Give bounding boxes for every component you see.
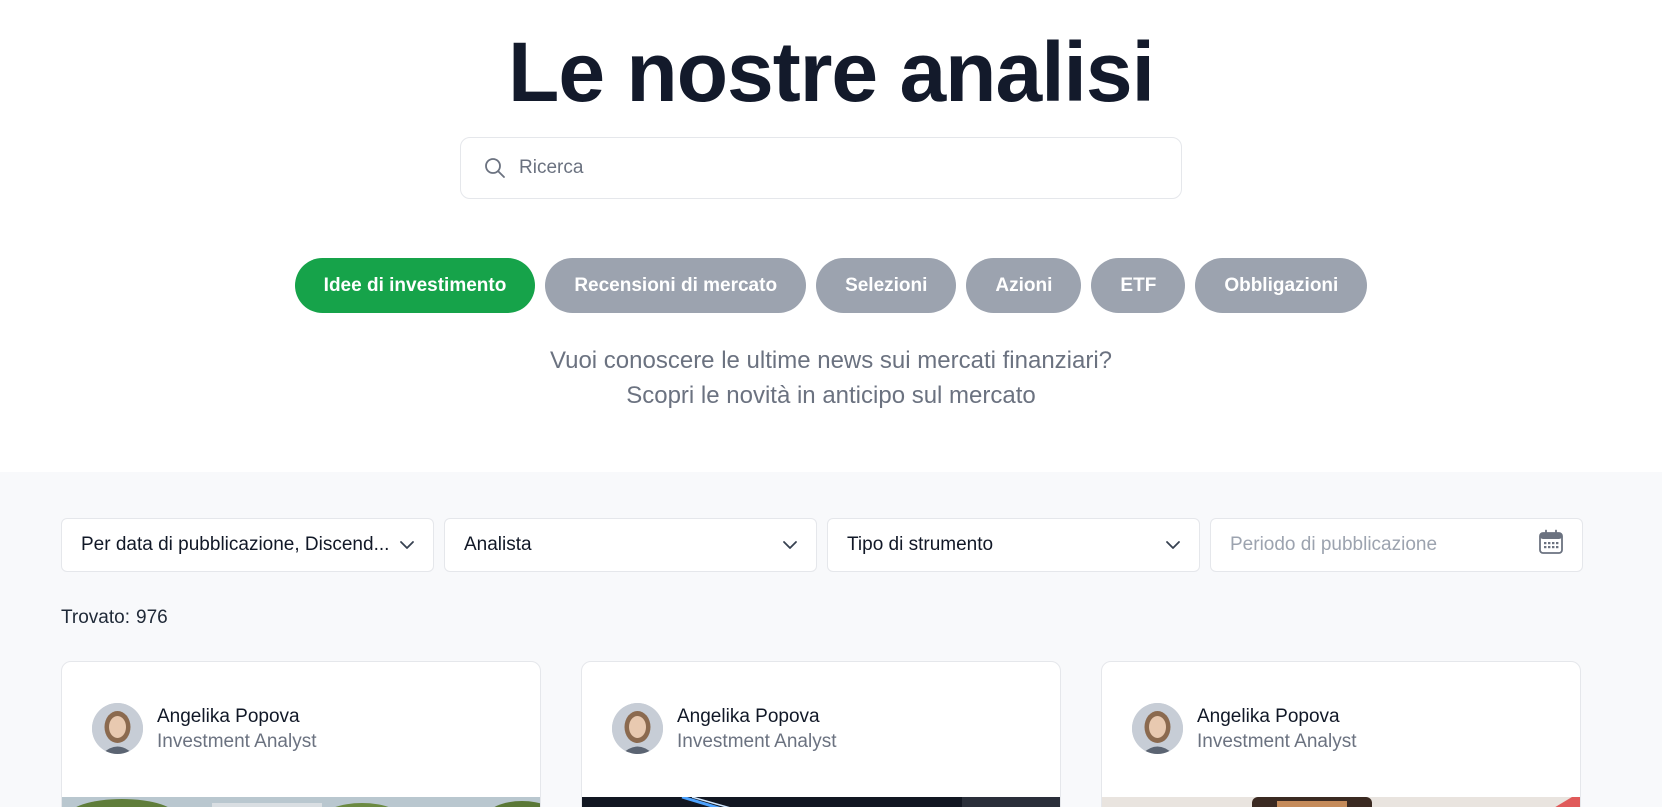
content-section: Per data di pubblicazione, Discend... An… <box>0 472 1662 807</box>
publication-period-picker[interactable]: Periodo di pubblicazione <box>1210 518 1583 572</box>
hero-section: Le nostre analisi Idee di investimento R… <box>0 0 1662 472</box>
tab-idee-di-investimento[interactable]: Idee di investimento <box>294 258 536 313</box>
subtitle: Vuoi conoscere le ultime news sui mercat… <box>0 343 1662 413</box>
tab-obbligazioni[interactable]: Obbligazioni <box>1195 258 1368 313</box>
avatar <box>1132 703 1183 754</box>
avatar <box>92 703 143 754</box>
author-name: Angelika Popova <box>1197 705 1340 727</box>
card-author: Angelika Popova Investment Analyst <box>612 703 836 754</box>
analysis-card[interactable]: Angelika Popova Investment Analyst <box>61 661 541 807</box>
results-label: Trovato: <box>61 607 130 628</box>
author-role: Investment Analyst <box>1197 730 1357 752</box>
author-name: Angelika Popova <box>677 705 820 727</box>
avatar <box>612 703 663 754</box>
analyst-select-value: Analista <box>464 534 532 555</box>
analysis-card[interactable]: Angelika Popova Investment Analyst <box>581 661 1061 807</box>
search-icon <box>483 156 507 180</box>
subtitle-line-2: Scopri le novità in anticipo sul mercato <box>626 382 1036 409</box>
results-number: 976 <box>136 607 168 628</box>
analysis-cards: Angelika Popova Investment Analyst Angel… <box>61 661 1581 807</box>
author-name: Angelika Popova <box>157 705 300 727</box>
tab-recensioni-di-mercato[interactable]: Recensioni di mercato <box>545 258 807 313</box>
chevron-down-icon <box>399 534 415 556</box>
publication-period-placeholder: Periodo di pubblicazione <box>1230 534 1438 555</box>
search-box[interactable] <box>460 137 1182 199</box>
chevron-down-icon <box>782 534 798 556</box>
page-title: Le nostre analisi <box>508 25 1155 119</box>
card-author: Angelika Popova Investment Analyst <box>1132 703 1356 754</box>
tab-azioni[interactable]: Azioni <box>966 258 1082 313</box>
tab-etf[interactable]: ETF <box>1091 258 1186 313</box>
search-input[interactable] <box>519 157 1119 179</box>
results-count: Trovato: 976 <box>61 607 168 629</box>
subtitle-line-1: Vuoi conoscere le ultime news sui mercat… <box>549 347 1113 374</box>
category-tabs: Idee di investimento Recensioni di merca… <box>0 258 1662 313</box>
card-thumbnail[interactable] <box>582 795 1060 807</box>
calendar-icon[interactable] <box>1538 529 1564 561</box>
card-author: Angelika Popova Investment Analyst <box>92 703 316 754</box>
instrument-type-select-value: Tipo di strumento <box>847 534 994 555</box>
sort-select[interactable]: Per data di pubblicazione, Discend... <box>61 518 434 572</box>
filter-bar: Per data di pubblicazione, Discend... An… <box>61 518 1583 572</box>
chevron-down-icon <box>1165 534 1181 556</box>
sort-select-value: Per data di pubblicazione, Discend... <box>81 534 390 555</box>
card-thumbnail[interactable] <box>62 797 540 807</box>
analyst-select[interactable]: Analista <box>444 518 817 572</box>
instrument-type-select[interactable]: Tipo di strumento <box>827 518 1200 572</box>
author-role: Investment Analyst <box>157 730 317 752</box>
analysis-card[interactable]: Angelika Popova Investment Analyst <box>1101 661 1581 807</box>
card-thumbnail[interactable] <box>1102 797 1580 807</box>
author-role: Investment Analyst <box>677 730 837 752</box>
tab-selezioni[interactable]: Selezioni <box>816 258 957 313</box>
